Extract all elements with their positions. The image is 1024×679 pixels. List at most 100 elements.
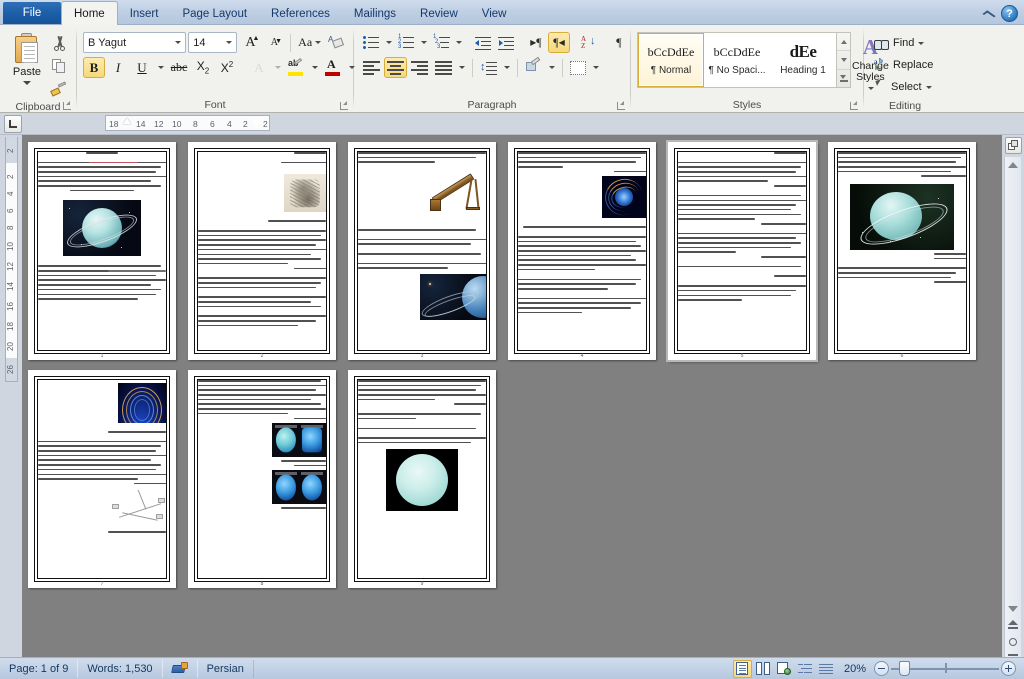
subscript-button[interactable]: X2 bbox=[192, 57, 214, 78]
scroll-up-button[interactable] bbox=[1005, 157, 1022, 172]
select-button[interactable]: Select bbox=[870, 77, 936, 97]
shrink-font-button[interactable]: A ▼ bbox=[263, 32, 285, 53]
font-size-dropdown-icon[interactable] bbox=[222, 33, 236, 52]
view-web-layout-button[interactable] bbox=[775, 660, 794, 678]
page-canvas[interactable]: 1 2 3 4 5 6 7 8 9 bbox=[22, 135, 1002, 667]
style-no-spacing[interactable]: bCcDdEe ¶ No Spaci... bbox=[704, 33, 770, 87]
paste-dropdown-icon[interactable] bbox=[23, 81, 31, 85]
view-draft-button[interactable] bbox=[817, 660, 836, 678]
find-dropdown-icon[interactable] bbox=[918, 41, 925, 45]
text-effects-dropdown-icon[interactable] bbox=[272, 57, 283, 78]
sort-button[interactable]: AZ ↓ bbox=[578, 32, 600, 53]
format-painter-button[interactable] bbox=[48, 79, 70, 99]
font-name-dropdown-icon[interactable] bbox=[171, 33, 185, 52]
page-indicator[interactable]: Page: 1 of 9 bbox=[0, 659, 79, 678]
multilevel-list-button[interactable]: 123 bbox=[430, 32, 452, 53]
page-thumbnail-7[interactable]: 7 bbox=[28, 370, 176, 588]
view-outline-button[interactable] bbox=[796, 660, 815, 678]
clear-formatting-button[interactable]: A bbox=[325, 32, 347, 53]
zoom-level[interactable]: 20% bbox=[838, 663, 872, 675]
zoom-in-button[interactable] bbox=[1001, 661, 1016, 676]
help-icon[interactable]: ? bbox=[1001, 5, 1018, 22]
view-print-layout-button[interactable] bbox=[732, 659, 752, 678]
first-line-indent-marker[interactable] bbox=[123, 118, 131, 124]
shading-button[interactable] bbox=[522, 56, 545, 78]
shading-dropdown-icon[interactable] bbox=[546, 57, 558, 78]
zoom-slider-thumb[interactable] bbox=[899, 661, 910, 676]
paragraph-dialog-launcher[interactable] bbox=[616, 100, 627, 111]
line-spacing-button[interactable]: ↕ bbox=[477, 57, 500, 78]
find-button[interactable]: Find bbox=[870, 33, 928, 53]
page-thumbnail-3[interactable]: 3 bbox=[348, 142, 496, 360]
underline-button[interactable]: U bbox=[131, 57, 153, 78]
decrease-indent-button[interactable] bbox=[472, 32, 494, 53]
bullets-dropdown-icon[interactable] bbox=[383, 32, 394, 53]
style-heading-1[interactable]: dEe Heading 1 bbox=[770, 33, 836, 87]
show-formatting-marks-button[interactable]: ¶ bbox=[608, 32, 630, 53]
tab-references[interactable]: References bbox=[259, 3, 342, 24]
cut-button[interactable] bbox=[48, 33, 70, 53]
vertical-ruler[interactable]: 2 2 4 6 8 10 12 14 16 18 20 26 bbox=[0, 135, 22, 667]
word-count[interactable]: Words: 1,530 bbox=[78, 659, 163, 678]
page-thumbnail-5[interactable]: 5 bbox=[668, 142, 816, 360]
font-name-combo[interactable]: B Yagut bbox=[83, 32, 187, 53]
numbering-dropdown-icon[interactable] bbox=[418, 32, 429, 53]
rtl-text-direction-button[interactable]: ¶◂ bbox=[548, 32, 570, 53]
align-right-button[interactable] bbox=[408, 57, 431, 78]
justify-dropdown-icon[interactable] bbox=[456, 57, 468, 78]
tab-home[interactable]: Home bbox=[61, 1, 118, 25]
proofing-status[interactable] bbox=[163, 659, 198, 678]
page-thumbnail-6[interactable]: 6 bbox=[828, 142, 976, 360]
styles-dialog-launcher[interactable] bbox=[849, 100, 860, 111]
clipboard-dialog-launcher[interactable] bbox=[62, 100, 73, 111]
tab-file[interactable]: File bbox=[3, 2, 61, 24]
select-browse-object-button[interactable] bbox=[1005, 633, 1022, 650]
select-dropdown-icon[interactable] bbox=[925, 85, 932, 89]
styles-scroll-down-button[interactable] bbox=[837, 51, 850, 70]
styles-scroll-up-button[interactable] bbox=[837, 33, 850, 52]
page-thumbnail-1[interactable]: 1 bbox=[28, 142, 176, 360]
tab-insert[interactable]: Insert bbox=[118, 3, 171, 24]
zoom-slider[interactable] bbox=[891, 661, 999, 676]
increase-indent-button[interactable] bbox=[495, 32, 517, 53]
bold-button[interactable]: B bbox=[83, 57, 105, 78]
grow-font-button[interactable]: A ▲ bbox=[239, 32, 261, 53]
replace-button[interactable]: a b ac ↳ Replace bbox=[870, 55, 937, 75]
font-size-combo[interactable]: 14 bbox=[188, 32, 238, 53]
align-left-button[interactable] bbox=[360, 57, 383, 78]
page-thumbnail-9[interactable]: 9 bbox=[348, 370, 496, 588]
superscript-button[interactable]: X2 bbox=[216, 57, 238, 78]
ltr-text-direction-button[interactable]: ▸¶ bbox=[525, 32, 547, 53]
copy-button[interactable] bbox=[48, 56, 70, 76]
strikethrough-button[interactable]: abc bbox=[168, 57, 190, 78]
page-thumbnail-2[interactable]: 2 bbox=[188, 142, 336, 360]
view-ruler-button[interactable] bbox=[1004, 137, 1022, 154]
scroll-down-button[interactable] bbox=[1005, 601, 1022, 616]
tab-view[interactable]: View bbox=[470, 3, 519, 24]
language-indicator[interactable]: Persian bbox=[198, 659, 254, 678]
highlight-dropdown-icon[interactable] bbox=[309, 57, 320, 78]
paste-button[interactable]: Paste bbox=[6, 30, 48, 86]
view-full-screen-reading-button[interactable] bbox=[754, 660, 773, 678]
styles-gallery[interactable]: bCcDdEe ¶ Normal bCcDdEe ¶ No Spaci... d… bbox=[637, 32, 851, 88]
style-normal[interactable]: bCcDdEe ¶ Normal bbox=[638, 33, 704, 87]
horizontal-ruler[interactable]: 18 14 12 10 8 6 4 2 2 bbox=[105, 115, 270, 131]
vertical-scrollbar[interactable] bbox=[1004, 157, 1021, 667]
page-thumbnail-4[interactable]: 4 bbox=[508, 142, 656, 360]
numbering-button[interactable]: 123 bbox=[395, 32, 417, 53]
hanging-indent-marker[interactable] bbox=[252, 117, 261, 131]
borders-dropdown-icon[interactable] bbox=[590, 57, 602, 78]
font-color-button[interactable]: A bbox=[322, 57, 344, 78]
text-highlight-color-button[interactable]: ab bbox=[285, 57, 307, 78]
tab-page-layout[interactable]: Page Layout bbox=[170, 3, 259, 24]
multilevel-list-dropdown-icon[interactable] bbox=[453, 32, 464, 53]
previous-page-button[interactable] bbox=[1005, 616, 1022, 633]
underline-dropdown-icon[interactable] bbox=[155, 57, 166, 78]
zoom-out-button[interactable] bbox=[874, 661, 889, 676]
tab-stop-selector[interactable] bbox=[4, 115, 22, 133]
borders-button[interactable] bbox=[567, 57, 589, 78]
italic-button[interactable]: I bbox=[107, 57, 129, 78]
tab-mailings[interactable]: Mailings bbox=[342, 3, 408, 24]
font-dialog-launcher[interactable] bbox=[339, 100, 350, 111]
bullets-button[interactable] bbox=[360, 32, 382, 53]
